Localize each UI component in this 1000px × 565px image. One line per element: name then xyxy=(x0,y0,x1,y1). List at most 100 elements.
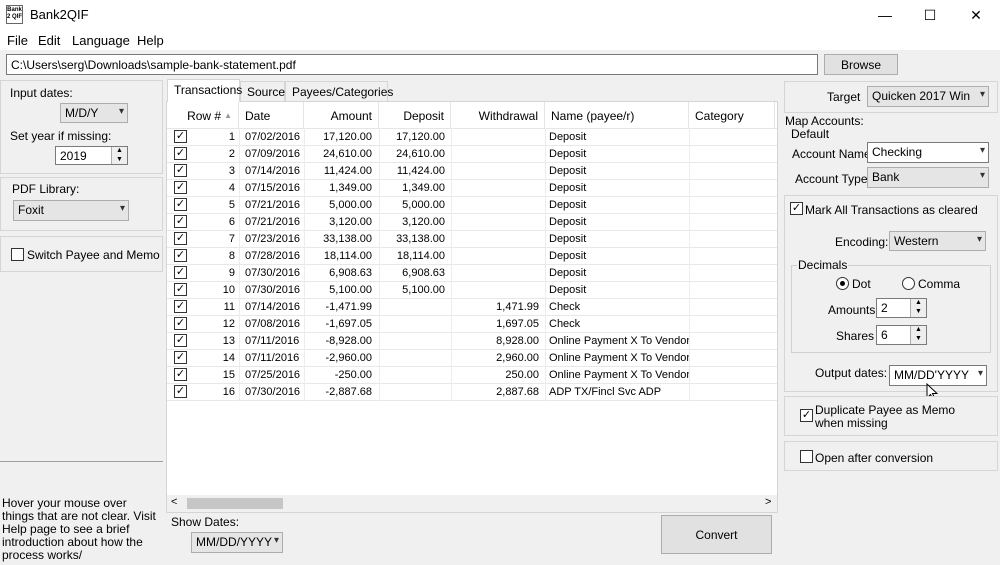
table-row[interactable]: ✓ 9 07/30/2016 6,908.63 6,908.63 Deposit xyxy=(167,265,777,282)
help-hint-text: Hover your mouse over things that are no… xyxy=(2,496,156,562)
table-row[interactable]: ✓ 6 07/21/2016 3,120.00 3,120.00 Deposit xyxy=(167,214,777,231)
target-select[interactable]: Quicken 2017 Win ▾ xyxy=(867,86,989,107)
date-cell: 07/21/2016 xyxy=(245,199,301,211)
payee-name-cell: Check xyxy=(549,318,581,330)
input-dates-select[interactable]: M/D/Y ▾ xyxy=(60,103,128,123)
open-after-checkbox[interactable] xyxy=(800,450,813,463)
amounts-stepper[interactable]: 2 ▲ ▼ xyxy=(876,298,927,318)
row-number-cell: 5 xyxy=(228,199,235,211)
horizontal-scrollbar[interactable]: < > xyxy=(167,495,777,512)
date-cell: 07/09/2016 xyxy=(245,148,301,160)
table-row[interactable]: ✓ 3 07/14/2016 11,424.00 11,424.00 Deposit xyxy=(167,163,777,180)
menu-language[interactable]: Language xyxy=(72,33,130,48)
input-dates-value: M/D/Y xyxy=(65,106,99,120)
transactions-grid[interactable]: Row # ▲ Date Amount Deposit Withdrawal Na… xyxy=(166,101,778,513)
account-name-value: Checking xyxy=(872,145,923,159)
app-icon: Bank 2 QIF xyxy=(6,5,23,24)
title-bar xyxy=(0,0,1000,30)
table-row[interactable]: ✓ 14 07/11/2016 -2,960.00 2,960.00 Online Pay… xyxy=(167,350,777,367)
table-row[interactable]: ✓ 2 07/09/2016 24,610.00 24,610.00 Deposit xyxy=(167,146,777,163)
tab-source[interactable]: Source xyxy=(240,81,285,102)
column-header-category[interactable]: Category xyxy=(689,102,775,129)
dot-radio[interactable] xyxy=(836,277,849,290)
table-row[interactable]: ✓ 15 07/25/2016 -250.00 250.00 Online Payment… xyxy=(167,367,777,384)
table-row[interactable]: ✓ 10 07/30/2016 5,100.00 5,100.00 Deposit xyxy=(167,282,777,299)
amount-cell: 11,424.00 xyxy=(323,165,372,177)
column-header-row[interactable]: Row # ▲ xyxy=(167,102,239,129)
deposit-cell: 17,120.00 xyxy=(396,131,445,143)
date-cell: 07/14/2016 xyxy=(245,301,301,313)
duplicate-payee-label: Duplicate Payee as Memo when missing xyxy=(815,403,956,430)
tab-payees-categories[interactable]: Payees/Categories xyxy=(285,81,393,102)
shares-stepper[interactable]: 6 ▲ ▼ xyxy=(876,325,927,345)
table-row[interactable]: ✓ 13 07/11/2016 -8,928.00 8,928.00 Online Pay… xyxy=(167,333,777,350)
table-row[interactable]: ✓ 8 07/28/2016 18,114.00 18,114.00 Deposit xyxy=(167,248,777,265)
table-row[interactable]: ✓ 12 07/08/2016 -1,697.05 1,697.05 Check xyxy=(167,316,777,333)
chevron-down-icon: ▾ xyxy=(119,203,125,214)
scrollbar-thumb[interactable] xyxy=(187,498,283,509)
spin-up-icon[interactable]: ▲ xyxy=(911,326,926,335)
browse-button[interactable]: Browse xyxy=(824,54,898,75)
sort-up-icon: ▲ xyxy=(224,111,232,120)
switch-payee-memo-label: Switch Payee and Memo xyxy=(27,248,160,262)
withdrawal-cell xyxy=(451,248,539,265)
column-divider xyxy=(304,128,305,401)
column-header-withdrawal[interactable]: Withdrawal xyxy=(451,102,545,129)
column-header-deposit[interactable]: Deposit xyxy=(379,102,451,129)
table-row[interactable]: ✓ 4 07/15/2016 1,349.00 1,349.00 Deposit xyxy=(167,180,777,197)
row-number-cell: 12 xyxy=(222,318,235,330)
account-type-select[interactable]: Bank ▾ xyxy=(867,167,989,188)
duplicate-payee-checkbox[interactable]: ✓ xyxy=(800,409,813,422)
deposit-cell: 3,120.00 xyxy=(402,216,445,228)
comma-radio[interactable] xyxy=(902,277,915,290)
account-name-select[interactable]: Checking ▾ xyxy=(867,142,989,163)
spin-down-icon[interactable]: ▼ xyxy=(911,308,926,317)
menu-edit[interactable]: Edit xyxy=(38,33,60,48)
shares-label: Shares xyxy=(836,329,875,343)
minimize-button[interactable]: — xyxy=(862,0,908,30)
convert-button[interactable]: Convert xyxy=(661,515,772,554)
switch-payee-memo-checkbox[interactable] xyxy=(11,248,24,261)
encoding-select[interactable]: Western ▾ xyxy=(889,231,986,251)
row-number-cell: 10 xyxy=(222,284,235,296)
tab-transactions[interactable]: Transactions xyxy=(167,79,242,102)
table-row[interactable]: ✓ 11 07/14/2016 -1,471.99 1,471.99 Check xyxy=(167,299,777,316)
column-header-amount[interactable]: Amount xyxy=(304,102,379,129)
file-path-input[interactable]: C:\Users\serg\Downloads\sample-bank-stat… xyxy=(6,54,818,75)
scroll-left-icon[interactable]: < xyxy=(171,496,177,508)
spin-down-icon[interactable]: ▼ xyxy=(911,335,926,344)
spin-down-icon[interactable]: ▼ xyxy=(112,155,127,164)
pdf-library-label: PDF Library: xyxy=(12,182,80,196)
table-row[interactable]: ✓ 16 07/30/2016 -2,887.68 2,887.68 ADP TX/Fin… xyxy=(167,384,777,401)
pdf-library-select[interactable]: Foxit ▾ xyxy=(13,200,129,221)
table-row[interactable]: ✓ 1 07/02/2016 17,120.00 17,120.00 Deposit xyxy=(167,129,777,146)
table-row[interactable]: ✓ 5 07/21/2016 5,000.00 5,000.00 Deposit xyxy=(167,197,777,214)
amount-cell: -2,887.68 xyxy=(325,386,372,398)
table-row[interactable]: ✓ 7 07/23/2016 33,138.00 33,138.00 Deposit xyxy=(167,231,777,248)
spin-up-icon[interactable]: ▲ xyxy=(911,299,926,308)
withdrawal-cell: 1,697.05 xyxy=(496,318,539,330)
output-dates-select[interactable]: MM/DD'YYYY ▾ xyxy=(889,365,987,386)
menu-file[interactable]: File xyxy=(7,33,28,48)
show-dates-select[interactable]: MM/DD/YYYY ▾ xyxy=(191,532,283,553)
amounts-value: 2 xyxy=(881,301,888,315)
close-button[interactable]: ✕ xyxy=(953,0,999,30)
withdrawal-cell: 2,960.00 xyxy=(496,352,539,364)
withdrawal-cell xyxy=(451,282,539,299)
payee-name-cell: Deposit xyxy=(549,284,587,296)
set-year-stepper[interactable]: 2019 ▲ ▼ xyxy=(55,146,128,165)
withdrawal-cell xyxy=(451,214,539,231)
column-header-name[interactable]: Name (payee/r) xyxy=(545,102,689,129)
column-header-date[interactable]: Date xyxy=(239,102,304,129)
date-cell: 07/15/2016 xyxy=(245,182,301,194)
scroll-right-icon[interactable]: > xyxy=(765,496,771,508)
amount-cell: 5,000.00 xyxy=(329,199,372,211)
menu-help[interactable]: Help xyxy=(137,33,164,48)
spin-up-icon[interactable]: ▲ xyxy=(112,147,127,156)
payee-name-cell: Online Payment X To Vendor xyxy=(549,369,689,381)
payee-name-cell: Deposit xyxy=(549,165,587,177)
maximize-button[interactable]: ☐ xyxy=(907,0,953,30)
mark-cleared-checkbox[interactable]: ✓ xyxy=(790,202,803,215)
amount-cell: 24,610.00 xyxy=(323,148,372,160)
payee-name-cell: Online Payment X To Vendor xyxy=(549,335,689,347)
